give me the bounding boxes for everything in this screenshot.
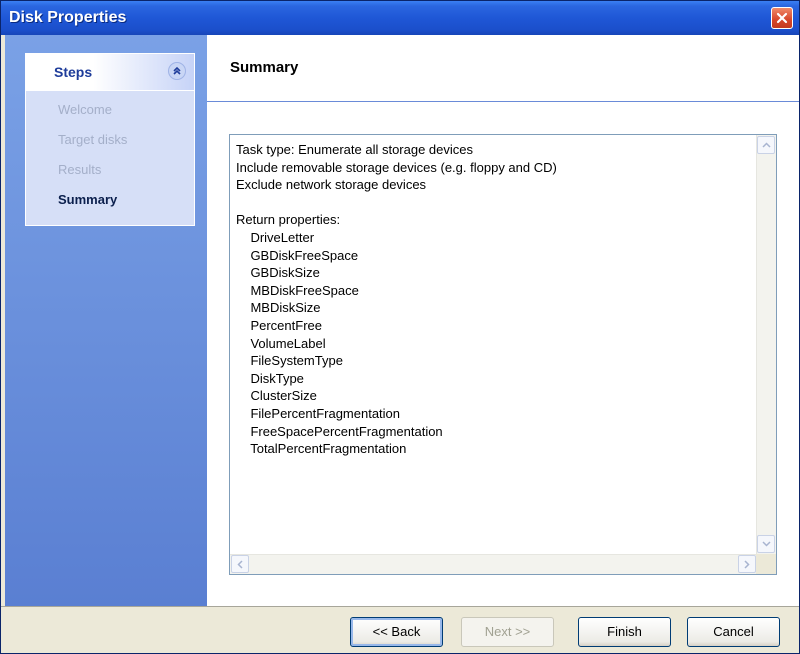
scroll-up-icon[interactable]: [757, 136, 775, 154]
disk-properties-window: Disk Properties Steps Welcome Target dis…: [0, 0, 800, 654]
scroll-down-icon[interactable]: [757, 535, 775, 553]
page-title: Summary: [230, 59, 299, 76]
summary-line: DriveLetter: [236, 229, 315, 245]
summary-line: GBDiskSize: [236, 265, 320, 281]
step-results: Results: [58, 162, 102, 177]
summary-line: DiskType: [236, 370, 304, 386]
title-bar: Disk Properties: [1, 1, 799, 35]
steps-title: Steps: [54, 64, 93, 80]
next-button[interactable]: Next >>: [461, 617, 554, 647]
summary-line: TotalPercentFragmentation: [236, 441, 407, 457]
cancel-button[interactable]: Cancel: [687, 617, 780, 647]
summary-line: FreeSpacePercentFragmentation: [236, 423, 443, 439]
summary-line: FilePercentFragmentation: [236, 405, 401, 421]
steps-panel: Steps Welcome Target disks Results Summa…: [25, 53, 195, 226]
summary-line: Include removable storage devices (e.g. …: [236, 159, 557, 175]
scrollbar-corner: [756, 554, 776, 574]
summary-line: VolumeLabel: [236, 335, 326, 351]
back-button[interactable]: << Back: [350, 617, 443, 647]
button-bar: << Back Next >> Finish Cancel: [1, 606, 799, 653]
steps-header[interactable]: Steps: [26, 54, 194, 91]
close-button[interactable]: [771, 7, 793, 29]
chevron-double-up-icon[interactable]: [168, 62, 186, 80]
summary-line: MBDiskFreeSpace: [236, 282, 359, 298]
step-summary: Summary: [58, 192, 118, 207]
finish-button[interactable]: Finish: [578, 617, 671, 647]
content-header: Summary: [207, 35, 799, 102]
summary-line: FileSystemType: [236, 353, 343, 369]
step-target-disks: Target disks: [58, 132, 128, 147]
steps-sidebar: Steps Welcome Target disks Results Summa…: [5, 35, 207, 606]
summary-line: Return properties:: [236, 212, 341, 228]
steps-list: Welcome Target disks Results Summary: [26, 91, 194, 221]
summary-textbox[interactable]: Task type: Enumerate all storage devices…: [229, 134, 777, 575]
summary-line: ClusterSize: [236, 388, 317, 404]
vertical-scrollbar[interactable]: [756, 135, 776, 554]
summary-line: Task type: Enumerate all storage devices: [236, 142, 474, 157]
window-title: Disk Properties: [9, 9, 127, 26]
content-area: Summary Task type: Enumerate all storage…: [207, 35, 799, 606]
scroll-right-icon[interactable]: [738, 555, 756, 573]
summary-line: GBDiskFreeSpace: [236, 247, 359, 263]
summary-line: PercentFree: [236, 317, 322, 333]
summary-line: Exclude network storage devices: [236, 177, 427, 193]
summary-line: [236, 194, 752, 212]
scroll-left-icon[interactable]: [231, 555, 249, 573]
summary-line: MBDiskSize: [236, 300, 321, 316]
close-icon: [776, 12, 788, 24]
step-welcome: Welcome: [58, 102, 112, 117]
horizontal-scrollbar[interactable]: [230, 554, 757, 574]
summary-text: Task type: Enumerate all storage devices…: [236, 141, 752, 550]
